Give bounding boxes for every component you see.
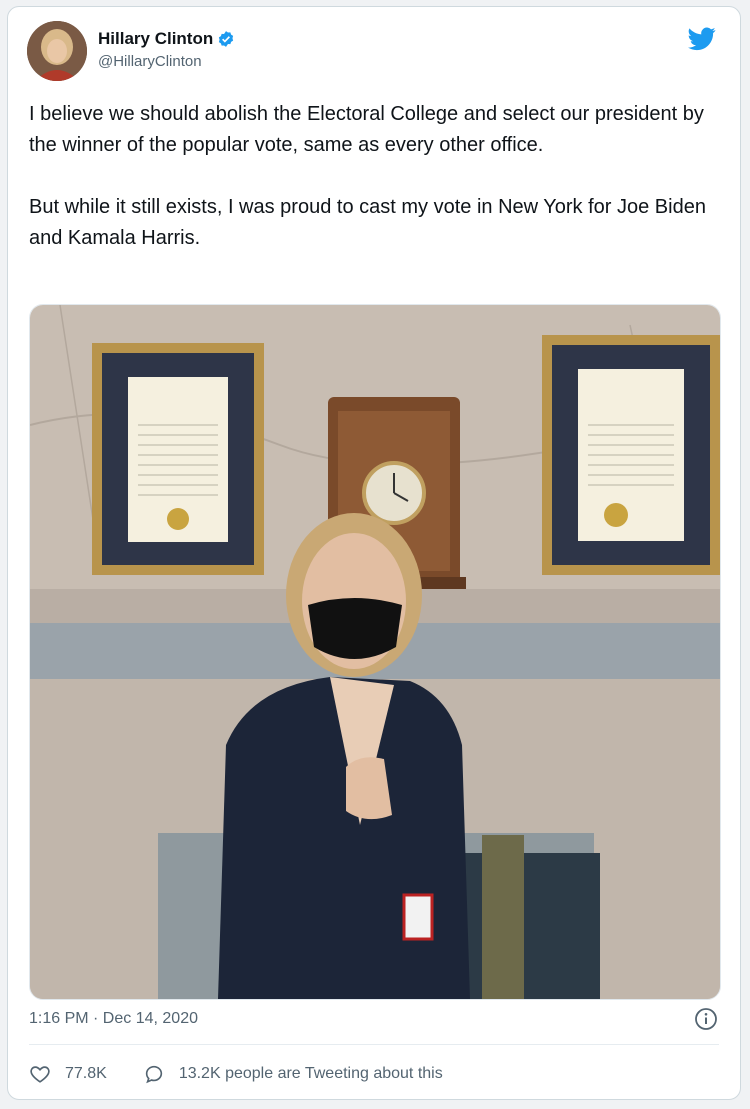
author-name[interactable]: Hillary Clinton bbox=[98, 29, 213, 49]
photo-illustration bbox=[30, 305, 720, 999]
heart-icon bbox=[30, 1066, 50, 1083]
avatar[interactable] bbox=[27, 21, 87, 81]
tweet-timestamp[interactable]: 1:16 PM · Dec 14, 2020 bbox=[29, 1010, 198, 1028]
tweet-photo[interactable] bbox=[29, 304, 721, 1000]
author-handle[interactable]: @HillaryClinton bbox=[98, 53, 202, 70]
conversation-link[interactable]: 13.2K people are Tweeting about this bbox=[143, 1063, 443, 1085]
speech-bubble-icon bbox=[145, 1065, 162, 1084]
conversation-text: 13.2K people are Tweeting about this bbox=[178, 1065, 443, 1082]
twitter-bird-icon[interactable] bbox=[688, 27, 716, 51]
divider bbox=[29, 1044, 719, 1045]
tweet-card: Hillary Clinton @HillaryClinton I believ… bbox=[7, 6, 741, 1100]
like-count: 77.8K bbox=[65, 1065, 107, 1082]
action-bar: 77.8K 13.2K people are Tweeting about th… bbox=[29, 1063, 443, 1085]
like-button[interactable]: 77.8K bbox=[29, 1063, 107, 1085]
avatar-image bbox=[27, 21, 87, 81]
verified-badge-icon bbox=[219, 31, 234, 47]
tweet-text: I believe we should abolish the Electora… bbox=[29, 103, 706, 249]
info-icon[interactable] bbox=[694, 1007, 718, 1031]
